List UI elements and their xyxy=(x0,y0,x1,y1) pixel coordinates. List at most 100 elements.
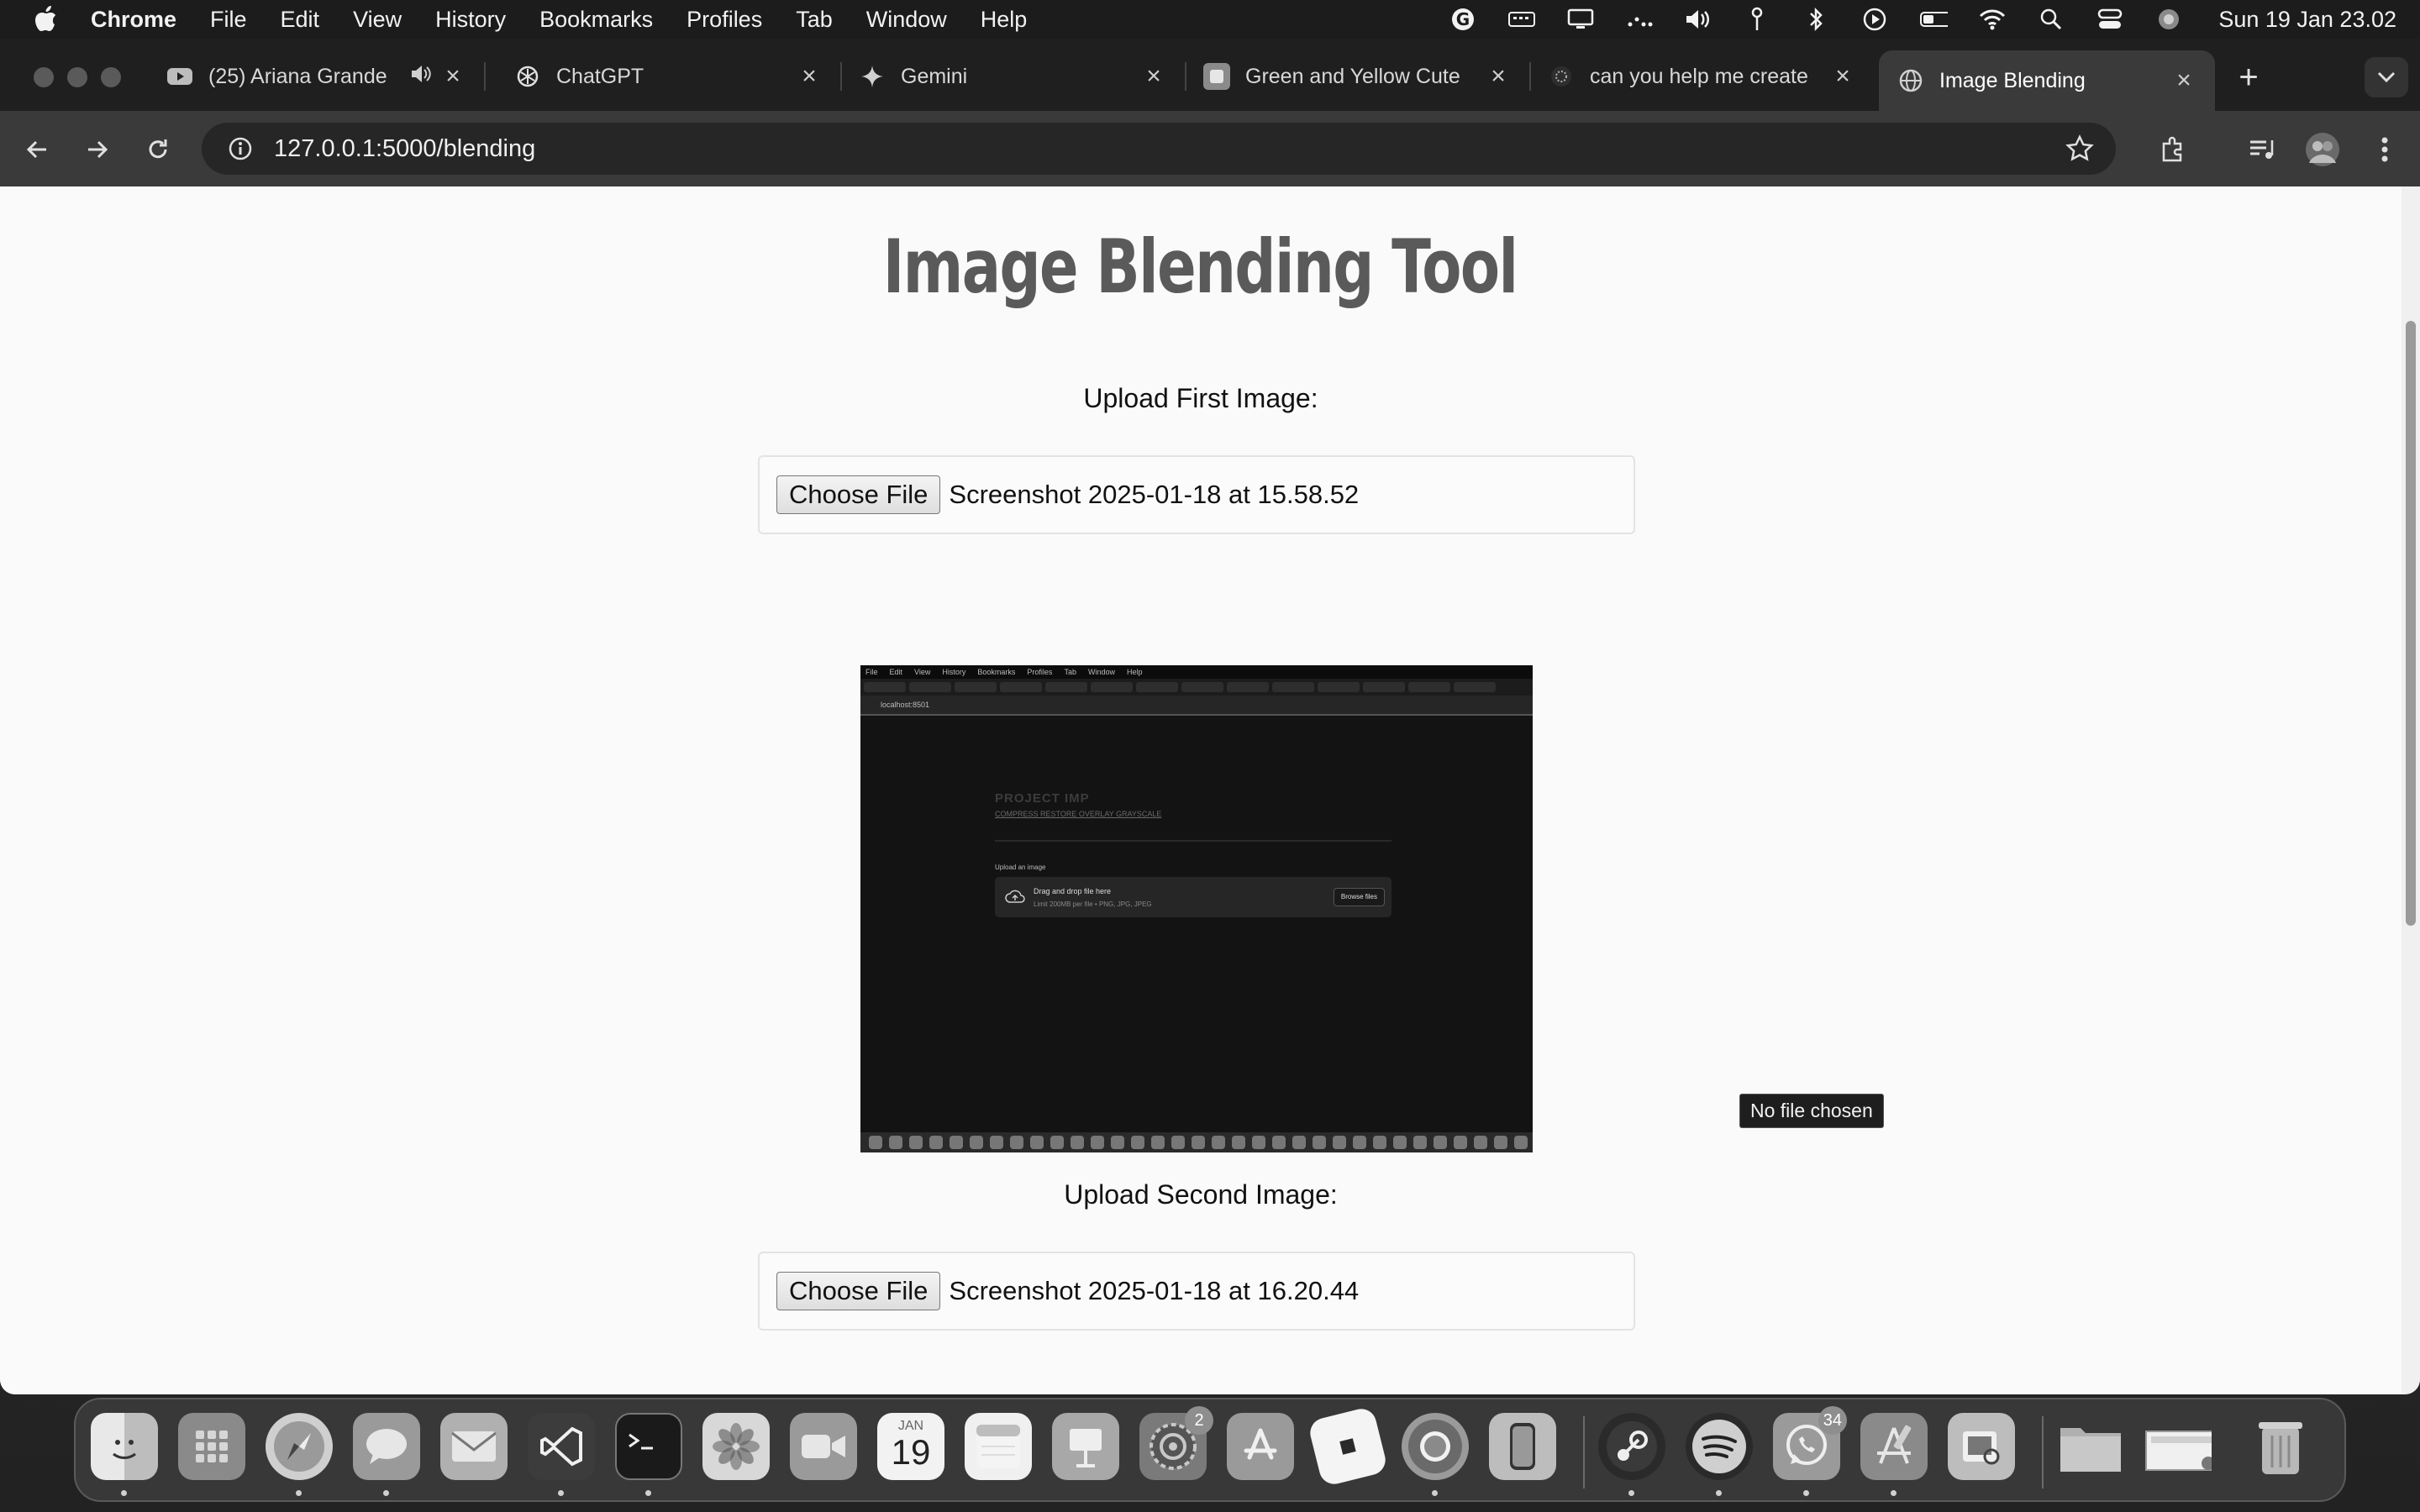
menu-file[interactable]: File xyxy=(210,7,247,33)
dots-icon[interactable] xyxy=(1625,7,1654,32)
tab-title: ChatGPT xyxy=(556,64,644,88)
menu-edit[interactable]: Edit xyxy=(281,7,320,33)
zoom-window-button[interactable] xyxy=(101,67,121,87)
tab-canva[interactable]: Green and Yellow Cute × xyxy=(1185,50,1531,102)
messages-running-dot xyxy=(383,1490,389,1496)
web-page: Image Blending Tool Upload First Image: … xyxy=(0,186,2402,1394)
first-image-label: Upload First Image: xyxy=(1083,383,1318,413)
tab-close-button[interactable]: × xyxy=(1486,62,1511,91)
first-image-file-input[interactable]: Choose File Screenshot 2025-01-18 at 15.… xyxy=(758,455,1635,534)
tab-chat[interactable]: can you help me create × xyxy=(1529,50,1874,102)
spotlight-search-icon[interactable] xyxy=(2037,7,2065,32)
minimize-window-button[interactable] xyxy=(67,67,87,87)
tab-close-button[interactable]: × xyxy=(2171,66,2196,95)
menu-help[interactable]: Help xyxy=(981,7,1028,33)
menu-history[interactable]: History xyxy=(435,7,506,33)
second-image-file-input[interactable]: Choose File Screenshot 2025-01-18 at 16.… xyxy=(758,1252,1635,1331)
chat-icon xyxy=(1548,63,1575,90)
mail-icon[interactable] xyxy=(440,1413,508,1480)
canva-icon xyxy=(1203,63,1230,90)
play-icon[interactable] xyxy=(1860,7,1889,32)
new-tab-button[interactable]: + xyxy=(2230,59,2267,96)
site-info-icon[interactable] xyxy=(217,136,264,161)
tab-youtube[interactable]: (25) Ariana Grande × xyxy=(148,50,486,102)
notes-icon[interactable] xyxy=(965,1413,1032,1480)
chrome-icon[interactable] xyxy=(1402,1413,1469,1480)
xcode-icon[interactable] xyxy=(1860,1413,1928,1480)
siri-icon[interactable] xyxy=(2154,7,2183,32)
whatsapp-icon[interactable]: 34 xyxy=(1773,1406,1847,1480)
iphone-mirroring-icon[interactable] xyxy=(1489,1413,1556,1480)
forward-button[interactable] xyxy=(77,129,118,170)
tab-chatgpt[interactable]: ChatGPT × xyxy=(496,50,842,102)
menu-app-chrome[interactable]: Chrome xyxy=(91,7,176,33)
tab-image-blending[interactable]: Image Blending × xyxy=(1879,50,2215,111)
chatgpt-icon xyxy=(514,63,541,90)
tab-search-button[interactable] xyxy=(2365,57,2408,97)
control-center-icon[interactable] xyxy=(2096,7,2124,32)
preview-browse-button: Browse files xyxy=(1333,888,1385,906)
roblox-icon[interactable] xyxy=(1307,1405,1389,1488)
bluetooth-icon[interactable] xyxy=(1802,7,1830,32)
tab-close-button[interactable]: × xyxy=(440,62,466,91)
extensions-icon[interactable] xyxy=(2151,128,2195,171)
wifi-icon[interactable] xyxy=(1978,7,2007,32)
menu-bookmarks[interactable]: Bookmarks xyxy=(539,7,653,33)
more-menu-icon[interactable] xyxy=(2363,128,2407,171)
scrollbar-thumb[interactable] xyxy=(2406,321,2416,926)
back-button[interactable] xyxy=(17,129,57,170)
finder-icon[interactable] xyxy=(91,1413,158,1480)
menu-clock[interactable]: Sun 19 Jan 23.02 xyxy=(2218,7,2396,33)
reload-button[interactable] xyxy=(138,129,178,170)
safari-running-dot xyxy=(296,1490,302,1496)
vscode-icon[interactable] xyxy=(528,1413,595,1480)
messages-icon[interactable] xyxy=(353,1413,420,1480)
preview-icon[interactable] xyxy=(1948,1413,2015,1480)
chrome-window: (25) Ariana Grande × ChatGPT × Gemini × … xyxy=(0,39,2420,1394)
menu-profiles[interactable]: Profiles xyxy=(687,7,762,33)
cloud-upload-icon xyxy=(1005,889,1025,908)
system-settings-icon[interactable]: 2 xyxy=(1139,1406,1213,1480)
keynote-icon[interactable] xyxy=(1052,1413,1119,1480)
tab-title: can you help me create xyxy=(1590,64,1808,88)
tab-close-button[interactable]: × xyxy=(797,62,822,91)
display-icon[interactable] xyxy=(1566,7,1595,32)
second-choose-file-button[interactable]: Choose File xyxy=(776,1272,941,1310)
spotify-icon[interactable] xyxy=(1686,1413,1753,1480)
tab-close-button[interactable]: × xyxy=(1141,62,1166,91)
vscode-running-dot xyxy=(558,1490,564,1496)
profile-avatar[interactable] xyxy=(2301,128,2344,171)
steam-icon[interactable] xyxy=(1598,1413,1665,1480)
menu-tab[interactable]: Tab xyxy=(796,7,833,33)
launchpad-icon[interactable] xyxy=(178,1413,245,1480)
steam-running-dot xyxy=(1628,1490,1634,1496)
page-scrollbar[interactable] xyxy=(2402,186,2420,1394)
first-choose-file-button[interactable]: Choose File xyxy=(776,475,941,514)
tab-close-button[interactable]: × xyxy=(1830,62,1855,91)
speaker-icon[interactable] xyxy=(410,64,432,90)
address-bar[interactable]: 127.0.0.1:5000/blending xyxy=(202,123,2116,175)
bookmark-star-icon[interactable] xyxy=(2065,134,2094,167)
preview-rule xyxy=(995,840,1392,842)
apple-menu-icon[interactable] xyxy=(0,6,91,33)
keyboard-icon[interactable] xyxy=(1507,7,1536,32)
media-control-icon[interactable] xyxy=(2240,128,2284,171)
close-window-button[interactable] xyxy=(34,67,54,87)
address-url[interactable]: 127.0.0.1:5000/blending xyxy=(274,135,535,163)
recent-screenshot-icon[interactable] xyxy=(2144,1413,2212,1480)
volume-icon[interactable] xyxy=(1684,7,1712,32)
pin-icon[interactable] xyxy=(1743,7,1771,32)
battery-icon[interactable] xyxy=(1919,7,1949,32)
facetime-icon[interactable] xyxy=(790,1413,857,1480)
menu-window[interactable]: Window xyxy=(866,7,947,33)
app-store-icon[interactable] xyxy=(1227,1413,1294,1480)
trash-icon[interactable] xyxy=(2247,1413,2314,1480)
safari-icon[interactable] xyxy=(266,1413,333,1480)
downloads-folder-icon[interactable] xyxy=(2057,1413,2124,1480)
calendar-icon[interactable]: JAN 19 xyxy=(877,1413,944,1480)
terminal-icon[interactable] xyxy=(615,1413,682,1480)
grammarly-icon[interactable]: G xyxy=(1449,7,1477,32)
photos-icon[interactable] xyxy=(702,1413,770,1480)
menu-view[interactable]: View xyxy=(353,7,402,33)
tab-gemini[interactable]: Gemini × xyxy=(840,50,1186,102)
